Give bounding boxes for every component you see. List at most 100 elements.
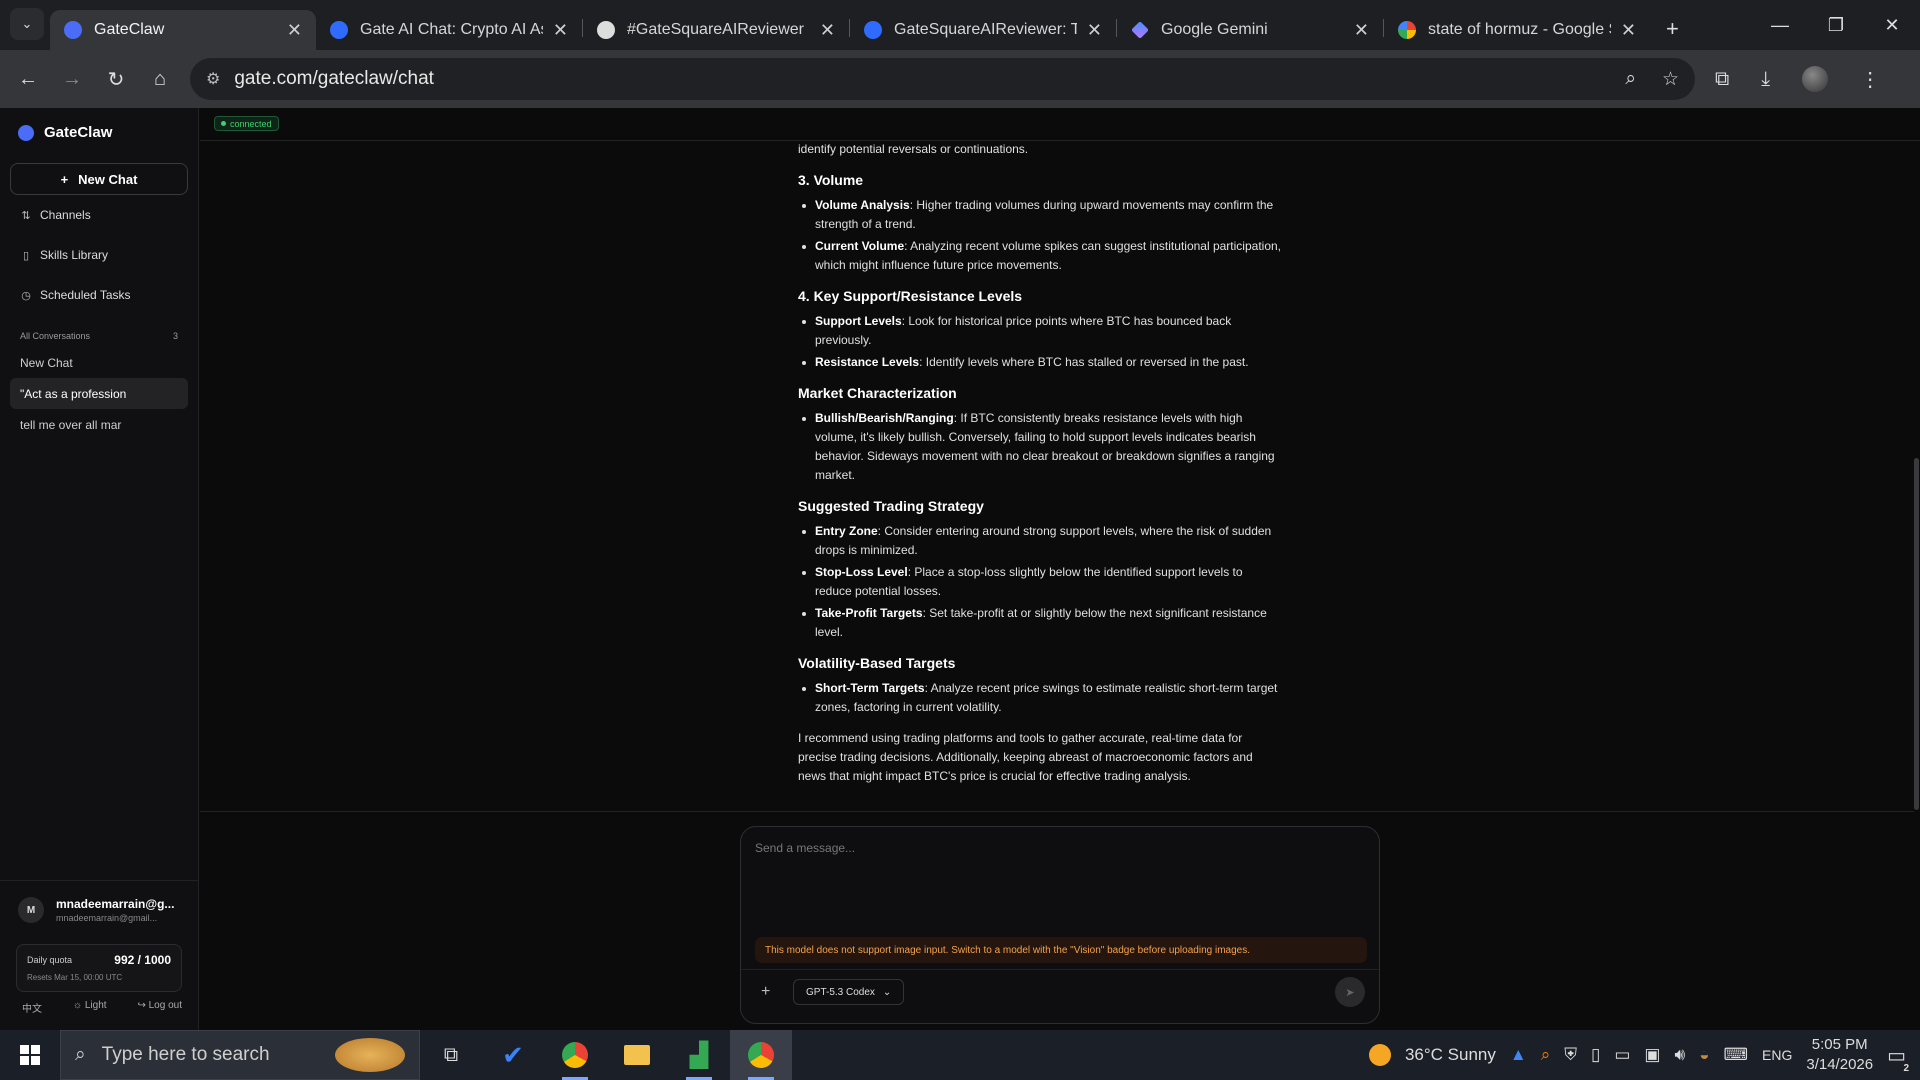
sidebar-item-label: Scheduled Tasks	[40, 288, 131, 302]
tab-gatesquare-reviewer[interactable]: #GateSquareAIReviewer ✕	[583, 10, 849, 50]
extensions-icon[interactable]: ⧉	[1715, 68, 1729, 91]
windows-logo-icon	[20, 1045, 40, 1065]
forward-icon[interactable]: →	[50, 68, 94, 91]
assistant-message: identify potential reversals or continua…	[798, 138, 1282, 786]
restore-icon[interactable]: ❐	[1808, 0, 1864, 50]
list-item: Resistance Levels: Identify levels where…	[798, 353, 1282, 372]
daily-quota-card: Daily quota 992 / 1000 Resets Mar 15, 00…	[16, 944, 182, 992]
close-tab-icon[interactable]: ✕	[1354, 20, 1369, 41]
scrollbar-thumb[interactable]	[1914, 458, 1919, 810]
sidebar-item-skills-library[interactable]: ▯ Skills Library	[0, 235, 198, 275]
logout-label: Log out	[148, 1000, 182, 1011]
usb-icon[interactable]: ▯	[1591, 1045, 1600, 1065]
conversation-label: "Act as a profession	[20, 386, 127, 401]
tab-google-search[interactable]: state of hormuz - Google Search ✕	[1384, 10, 1650, 50]
conversation-item[interactable]: tell me over all mar	[10, 409, 188, 440]
charts-app-icon[interactable]: ▟	[668, 1030, 730, 1080]
list-item: Take-Profit Targets: Set take-profit at …	[798, 604, 1282, 642]
reload-icon[interactable]: ↻	[94, 67, 138, 92]
send-button[interactable]: ➤	[1335, 977, 1365, 1007]
close-tab-icon[interactable]: ✕	[287, 20, 302, 41]
network-icon[interactable]: ▭	[1614, 1045, 1630, 1065]
todo-app-icon[interactable]: ✔	[482, 1030, 544, 1080]
tab-search-button[interactable]: ⌄	[10, 8, 44, 40]
home-icon[interactable]: ⌂	[138, 68, 182, 91]
close-tab-icon[interactable]: ✕	[820, 20, 835, 41]
close-tab-icon[interactable]: ✕	[1087, 20, 1102, 41]
gateclaw-logo-icon	[18, 124, 34, 141]
taskbar-search[interactable]: ⌕ Type here to search	[60, 1030, 420, 1080]
sidebar-item-label: Skills Library	[40, 248, 109, 262]
brand[interactable]: GateClaw	[0, 108, 198, 141]
task-view-icon[interactable]: ⧉	[420, 1030, 482, 1080]
list-item: Short-Term Targets: Analyze recent price…	[798, 679, 1282, 717]
model-selector[interactable]: GPT-5.3 Codex ⌄	[793, 979, 905, 1005]
theme-toggle[interactable]: ☼ Light	[73, 1000, 107, 1015]
message-text: identify potential reversals or continua…	[798, 142, 1029, 156]
quota-label: Daily quota	[27, 955, 73, 965]
bullet-list: Short-Term Targets: Analyze recent price…	[798, 679, 1282, 717]
message-input[interactable]: Send a message...	[755, 841, 855, 855]
conversation-item[interactable]: New Chat	[10, 347, 188, 378]
start-button[interactable]	[0, 1045, 60, 1065]
list-item: Support Levels: Look for historical pric…	[798, 312, 1282, 350]
battery-icon[interactable]: ◒	[1699, 1045, 1709, 1065]
security-shield-icon[interactable]: ⛨	[1564, 1045, 1577, 1065]
tab-google-gemini[interactable]: Google Gemini ✕	[1117, 10, 1383, 50]
conversations-header: All Conversations 3	[0, 315, 198, 347]
tab-gateclaw[interactable]: GateClaw ✕	[50, 10, 316, 50]
zoom-icon[interactable]: ⌕	[1625, 68, 1636, 91]
back-icon[interactable]: ←	[6, 68, 50, 91]
channels-icon: ⇅	[21, 209, 31, 222]
clock-time: 5:05 PM	[1811, 1036, 1868, 1053]
download-icon[interactable]: ⤓	[1761, 68, 1770, 91]
taskbar-clock[interactable]: 5:05 PM 3/14/2026	[1806, 1035, 1873, 1075]
close-tab-icon[interactable]: ✕	[1621, 20, 1636, 41]
chrome-active-icon[interactable]	[730, 1030, 792, 1080]
device-icon[interactable]: ▣	[1644, 1045, 1660, 1065]
volume-icon[interactable]: 🔊︎	[1674, 1045, 1685, 1065]
logout-button[interactable]: ↪ Log out	[137, 1000, 182, 1015]
tab-gate-ai-chat[interactable]: Gate AI Chat: Crypto AI Assistant ✕	[316, 10, 582, 50]
theme-label: Light	[84, 1000, 107, 1011]
browser-menu-icon[interactable]: ⋮	[1860, 67, 1880, 92]
sidebar-item-scheduled-tasks[interactable]: ◷ Scheduled Tasks	[0, 275, 198, 315]
conversation-label: New Chat	[20, 355, 73, 370]
sidebar-item-label: Channels	[40, 208, 91, 222]
chevron-down-icon: ⌄	[882, 986, 892, 998]
language-toggle[interactable]: 中文	[22, 1000, 42, 1015]
new-tab-icon[interactable]: +	[1666, 16, 1679, 42]
attach-plus-icon[interactable]: +	[761, 983, 770, 1001]
user-email: mnadeemarrain@gmail...	[56, 913, 158, 923]
divider	[200, 811, 1914, 812]
minimize-icon[interactable]: —	[1752, 0, 1808, 50]
tab-gatesquare-today[interactable]: GateSquareAIReviewer: Today ✕	[850, 10, 1116, 50]
model-name: GPT-5.3 Codex	[806, 986, 875, 998]
status-text: connected	[230, 118, 272, 129]
tab-title: #GateSquareAIReviewer	[627, 21, 804, 38]
closing-paragraph: I recommend using trading platforms and …	[798, 731, 1253, 783]
keyboard-icon[interactable]: ⌨	[1723, 1045, 1748, 1065]
close-window-icon[interactable]: ✕	[1864, 0, 1920, 50]
list-item-term: Resistance Levels	[815, 355, 920, 369]
address-bar[interactable]: ⚙ gate.com/gateclaw/chat ⌕ ☆	[190, 58, 1695, 100]
notification-icon[interactable]: ▭ 2	[1887, 1043, 1912, 1074]
new-chat-button[interactable]: + New Chat	[10, 163, 188, 195]
profile-avatar-icon[interactable]	[1802, 66, 1829, 92]
file-explorer-icon[interactable]	[606, 1030, 668, 1080]
search-tool-icon[interactable]: ⌕	[1541, 1045, 1551, 1065]
drive-icon[interactable]: ▲	[1510, 1045, 1527, 1065]
conversation-item-selected[interactable]: "Act as a profession	[10, 378, 188, 409]
sidebar-item-channels[interactable]: ⇅ Channels	[0, 195, 198, 235]
close-tab-icon[interactable]: ✕	[553, 20, 568, 41]
user-profile[interactable]: M mnadeemarrain@g... mnadeemarrain@gmail…	[0, 880, 199, 923]
list-item-term: Bullish/Bearish/Ranging	[815, 411, 954, 425]
input-language[interactable]: ENG	[1762, 1047, 1792, 1063]
bookmark-star-icon[interactable]: ☆	[1662, 68, 1679, 91]
site-settings-icon[interactable]: ⚙	[206, 69, 220, 89]
weather-text[interactable]: 36°C Sunny	[1405, 1045, 1496, 1065]
chrome-app-icon[interactable]	[544, 1030, 606, 1080]
section-heading: Volatility-Based Targets	[798, 655, 956, 671]
conversations-title: All Conversations	[20, 331, 91, 341]
sidebar: GateClaw + New Chat ⇅ Channels ▯ Skills …	[0, 108, 199, 1030]
